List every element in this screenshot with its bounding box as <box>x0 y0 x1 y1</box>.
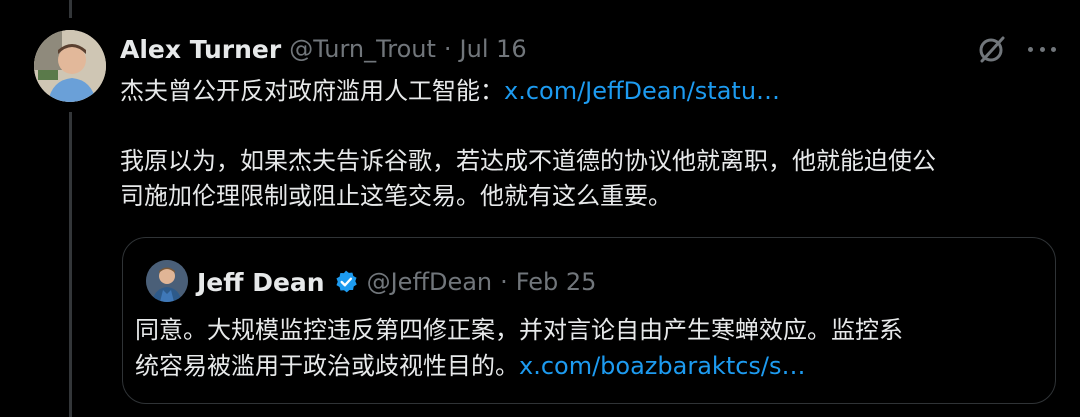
quote-author-handle[interactable]: @JeffDean <box>367 268 493 296</box>
thread-line-bottom <box>69 112 72 417</box>
quoted-tweet-card[interactable]: Jeff Dean @JeffDean · Feb 25 同意。大规模监控违反第… <box>122 237 1056 404</box>
tweet-text-line-2: 我原以为，如果杰夫告诉谷歌，若达成不道德的协议他就离职，他就能迫使公 <box>120 147 936 175</box>
quote-text-line-1: 同意。大规模监控违反第四修正案，并对言论自由产生寒蝉效应。监控系 <box>135 316 903 344</box>
tweet-date[interactable]: Jul 16 <box>460 35 527 63</box>
grok-icon[interactable] <box>976 33 1008 65</box>
quote-header-separator: · <box>500 268 508 296</box>
more-dot <box>1039 46 1045 52</box>
author-handle[interactable]: @Turn_Trout <box>289 35 436 63</box>
more-icon[interactable] <box>1028 37 1056 61</box>
tweet-header: Alex Turner @Turn_Trout · Jul 16 <box>120 32 527 66</box>
header-separator: · <box>443 35 452 63</box>
verified-badge-icon <box>333 269 359 295</box>
author-avatar[interactable] <box>34 30 106 102</box>
more-dot <box>1028 46 1033 52</box>
tweet-link[interactable]: x.com/JeffDean/statu… <box>504 77 780 105</box>
quote-author-avatar[interactable] <box>146 260 188 302</box>
quote-author-name[interactable]: Jeff Dean <box>197 268 325 297</box>
tweet-text: 杰夫曾公开反对政府滥用人工智能： <box>120 77 504 105</box>
thread-line-top <box>69 0 72 18</box>
quote-text: 统容易被滥用于政治或歧视性目的。 <box>135 352 519 380</box>
tweet-text-line-3: 司施加伦理限制或阻止这笔交易。他就有这么重要。 <box>120 182 672 210</box>
quote-date[interactable]: Feb 25 <box>516 268 597 296</box>
quote-link[interactable]: x.com/boazbaraktcs/s… <box>519 352 806 380</box>
more-dot <box>1051 46 1056 52</box>
tweet-text-line-1: 杰夫曾公开反对政府滥用人工智能：x.com/JeffDean/statu… <box>120 73 780 109</box>
author-name[interactable]: Alex Turner <box>120 35 281 64</box>
quote-text-line-2: 统容易被滥用于政治或歧视性目的。x.com/boazbaraktcs/s… <box>135 348 806 384</box>
quote-header: Jeff Dean @JeffDean · Feb 25 <box>197 264 596 300</box>
